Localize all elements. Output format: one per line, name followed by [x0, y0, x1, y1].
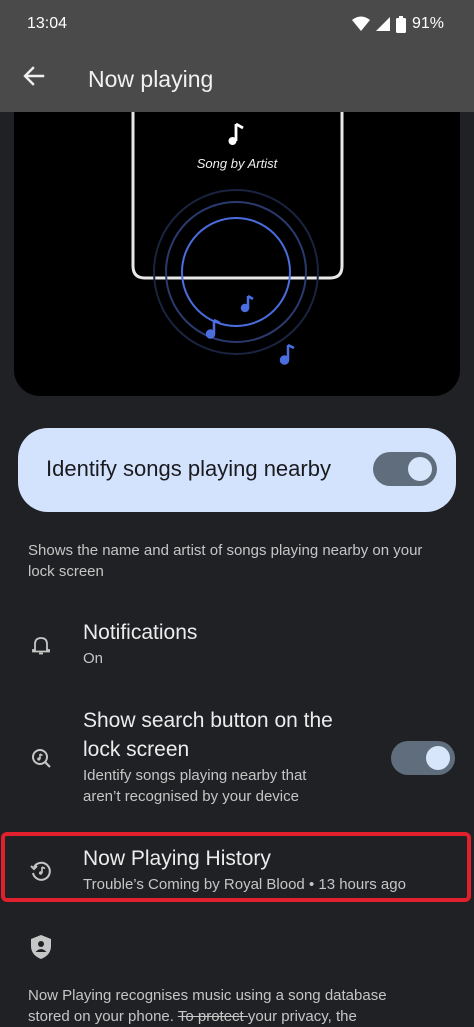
search-button-subtitle-line1: Identify songs playing nearby that — [83, 767, 307, 784]
back-button[interactable] — [14, 58, 54, 98]
music-search-icon — [28, 745, 54, 771]
feature-description: Shows the name and artist of songs playi… — [28, 542, 423, 580]
status-bar: 13:04 91% — [0, 0, 474, 48]
privacy-text: Now Playing recognises music using a son… — [28, 985, 448, 1027]
highlight-box — [1, 832, 471, 902]
switch-knob — [426, 746, 450, 770]
notifications-subtitle: On — [83, 650, 104, 667]
battery-icon — [395, 15, 406, 33]
battery-percent: 91% — [411, 15, 444, 32]
privacy-text-part: stored on your phone. — [28, 1008, 178, 1025]
search-button-title-line2: lock screen — [83, 738, 190, 761]
song-caption: Song by Artist — [196, 156, 278, 171]
bell-icon — [28, 632, 54, 658]
arrow-back-icon — [23, 65, 45, 92]
notifications-row[interactable]: Notifications On — [0, 612, 474, 674]
status-icons: 91% — [351, 15, 444, 33]
signal-icon — [375, 16, 390, 32]
illustration-graphic — [131, 112, 344, 365]
app-bar: Now playing — [0, 48, 474, 112]
status-time: 13:04 — [27, 15, 68, 32]
privacy-text-line1: Now Playing recognises music using a son… — [28, 987, 387, 1004]
privacy-text-line2: stored on your phone. To protect your pr… — [28, 1006, 448, 1027]
music-note-icon — [228, 122, 244, 145]
now-playing-illustration: Song by Artist — [14, 112, 460, 396]
search-button-title-line1: Show search button on the — [83, 709, 333, 732]
privacy-text-strike: To protect — [177, 1008, 248, 1025]
search-button-switch[interactable] — [391, 741, 455, 775]
shield-person-icon — [28, 934, 54, 960]
privacy-text-part: your privacy, the — [247, 1008, 357, 1025]
page-title: Now playing — [88, 66, 214, 92]
search-button-subtitle-line2: aren’t recognised by your device — [83, 788, 299, 805]
identify-songs-switch[interactable] — [373, 452, 437, 486]
switch-knob — [408, 457, 432, 481]
identify-songs-toggle-card[interactable]: Identify songs playing nearby — [18, 428, 456, 512]
identify-songs-label: Identify songs playing nearby — [46, 456, 331, 481]
wifi-icon — [351, 16, 370, 32]
search-button-row[interactable]: Show search button on the lock screen Id… — [0, 700, 474, 810]
notifications-title: Notifications — [83, 621, 198, 644]
